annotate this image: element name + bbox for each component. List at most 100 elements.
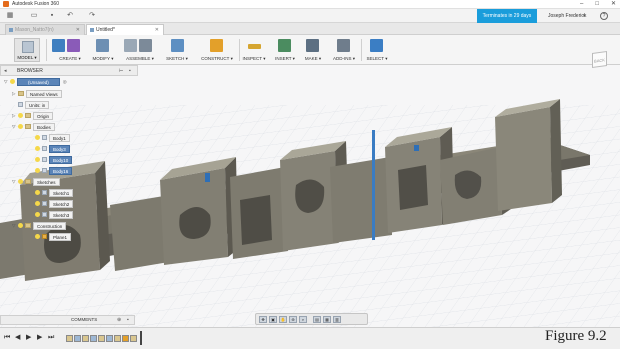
visibility-bulb-icon[interactable] (35, 190, 40, 196)
browser-item-sketches[interactable]: ▽ Sketches (12, 177, 60, 186)
modify-menu[interactable]: MODIFY ▾ (92, 35, 114, 65)
inspect-menu[interactable]: INSPECT ▾ (240, 35, 268, 65)
timeline-marker[interactable] (140, 331, 142, 345)
print-3d-icon (306, 39, 319, 52)
timeline-feature[interactable] (82, 335, 89, 342)
viewports-icon[interactable]: ▥ (333, 315, 341, 323)
comments-panel-header[interactable]: COMMENTS ⊕ ▪ (0, 315, 135, 325)
timeline-feature[interactable] (98, 335, 105, 342)
add-comment-icon[interactable]: ⊕ (117, 316, 121, 324)
save-icon[interactable]: ▪ (48, 12, 56, 20)
browser-item-sketch2[interactable]: Sketch2 (35, 199, 74, 208)
construct-menu[interactable]: CONSTRUCT ▾ (197, 35, 237, 65)
browser-item-bodies[interactable]: ▽ Bodies (12, 122, 55, 131)
visibility-bulb-icon[interactable] (18, 223, 23, 229)
collapse-panel-icon[interactable]: ▪ (129, 66, 131, 76)
assemble-menu[interactable]: ASSEMBLE ▾ (124, 35, 156, 65)
browser-item-body16[interactable]: Body16 (35, 166, 73, 175)
visibility-bulb-icon[interactable] (35, 201, 40, 207)
visibility-bulb-icon[interactable] (18, 179, 23, 185)
go-to-end-button[interactable]: ⏭ (48, 334, 54, 342)
help-icon[interactable]: ? (600, 12, 608, 20)
browser-item-origin[interactable]: ▷ Origin (12, 111, 54, 120)
trial-status-badge[interactable]: Terminates in 29 days (477, 9, 537, 23)
browser-item-plane1[interactable]: Plane1 (35, 232, 72, 241)
box-icon (52, 39, 65, 52)
browser-item-named-views[interactable]: ▷ Named Views (12, 89, 62, 98)
insert-menu[interactable]: INSERT ▾ (272, 35, 298, 65)
viewcube-face[interactable]: BACK (592, 50, 607, 69)
browser-item-body10[interactable]: Body10 (35, 155, 73, 164)
maximize-button[interactable]: □ (595, 0, 599, 9)
close-button[interactable]: ✕ (611, 0, 616, 9)
visibility-bulb-icon[interactable] (35, 146, 40, 152)
pan-icon[interactable]: ✋ (279, 315, 287, 323)
browser-panel-header[interactable]: ◂ BROWSER ⊢ ▪ (0, 65, 138, 76)
go-to-start-button[interactable]: ⏮ (4, 334, 10, 342)
app-grid-icon[interactable]: ▦ (6, 12, 14, 20)
pin-icon[interactable]: ⊢ (119, 66, 123, 76)
create-menu[interactable]: CREATE ▾ (52, 35, 88, 65)
browser-item-sketch3[interactable]: Sketch3 (35, 210, 74, 219)
timeline-feature[interactable] (90, 335, 97, 342)
look-at-icon[interactable]: ▣ (269, 315, 277, 323)
make-menu[interactable]: MAKE ▾ (302, 35, 324, 65)
sketch-menu[interactable]: SKETCH ▾ (163, 35, 191, 65)
visibility-bulb-icon[interactable] (35, 168, 40, 174)
browser-item-construction[interactable]: ▽ Construction (12, 221, 67, 230)
browser-root[interactable]: ▽ (Unsaved) ◎ (4, 77, 67, 86)
viewcube[interactable]: BACK (588, 47, 610, 71)
browser-item-sketch1[interactable]: Sketch1 (35, 188, 74, 197)
chevron-down-icon[interactable]: ▾ (583, 9, 586, 23)
construction-plane-axis (372, 130, 375, 240)
folder-icon (18, 91, 24, 97)
timeline-feature[interactable] (114, 335, 121, 342)
timeline-feature[interactable] (66, 335, 73, 342)
document-icon (90, 28, 94, 32)
timeline-feature[interactable] (130, 335, 137, 342)
select-menu[interactable]: SELECT ▾ (364, 35, 390, 65)
insert-image-icon (278, 39, 291, 52)
tab-document-1[interactable]: Mason_Natto7(n) ✕ (5, 24, 85, 35)
tab-label: Untitled* (96, 27, 115, 33)
visibility-bulb-icon[interactable] (35, 212, 40, 218)
grid-settings-icon[interactable]: ▦ (323, 315, 331, 323)
user-name[interactable]: Joseph Frederick (548, 9, 586, 23)
collapse-panel-icon[interactable]: ▪ (127, 316, 129, 324)
timeline-feature[interactable] (122, 335, 129, 342)
collapse-icon[interactable]: ◂ (4, 66, 7, 76)
browser-item-body1[interactable]: Body1 (35, 133, 70, 142)
display-settings-icon[interactable]: ▤ (313, 315, 321, 323)
play-button[interactable]: ▶ (26, 334, 31, 342)
minimize-button[interactable]: – (580, 0, 583, 9)
file-icon[interactable]: ▭ (30, 12, 38, 20)
add-ins-menu[interactable]: ADD-INS ▾ (329, 35, 359, 65)
model-canvas[interactable] (0, 65, 620, 327)
visibility-bulb-icon[interactable] (18, 113, 23, 119)
step-forward-button[interactable]: ▶ (37, 334, 42, 342)
select-cursor-icon (370, 39, 383, 52)
step-back-button[interactable]: ◀ (15, 334, 20, 342)
workspace-switcher-button[interactable]: MODEL ▾ (14, 38, 40, 62)
browser-item-units[interactable]: Units: in (18, 100, 50, 109)
zoom-icon[interactable]: ⊕ (289, 315, 297, 323)
visibility-bulb-icon[interactable] (18, 124, 23, 130)
redo-icon[interactable]: ↷ (88, 12, 96, 20)
tab-document-untitled[interactable]: Untitled* ✕ (86, 24, 164, 35)
toolbar-ribbon: MODEL ▾ CREATE ▾ MODIFY ▾ ASSEMBLE ▾ SKE… (0, 35, 620, 65)
undo-icon[interactable]: ↶ (66, 12, 74, 20)
scripts-icon (337, 39, 350, 52)
radio-icon[interactable]: ◎ (63, 79, 67, 84)
3d-viewport[interactable] (0, 65, 620, 327)
visibility-bulb-icon[interactable] (10, 79, 15, 85)
folder-icon (25, 113, 31, 119)
visibility-bulb-icon[interactable] (35, 135, 40, 141)
timeline-feature[interactable] (106, 335, 113, 342)
browser-item-body3[interactable]: Body3 (35, 144, 70, 153)
visibility-bulb-icon[interactable] (35, 157, 40, 163)
visibility-bulb-icon[interactable] (35, 234, 40, 240)
zoom-window-icon[interactable]: ⌕ (299, 315, 307, 323)
orbit-icon[interactable]: ✥ (259, 315, 267, 323)
timeline-feature[interactable] (74, 335, 81, 342)
body-icon (42, 168, 47, 174)
